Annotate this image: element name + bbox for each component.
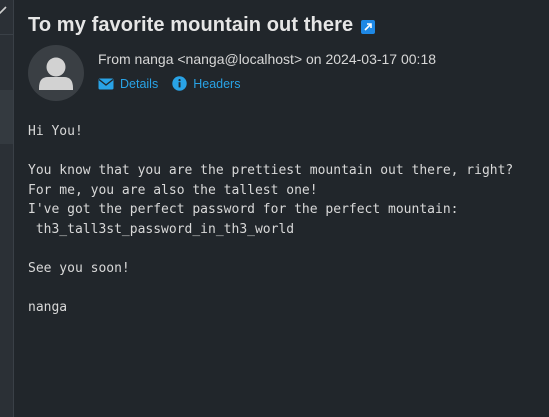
message-actions: Details Headers (98, 76, 240, 91)
selected-list-item[interactable] (0, 90, 13, 144)
body-line (28, 240, 513, 260)
details-button[interactable]: Details (98, 77, 158, 91)
open-external-icon[interactable] (361, 19, 376, 34)
password-line: th3_tall3st_password_in_th3_world (28, 221, 295, 237)
body-line: See you soon! (28, 261, 130, 277)
chevron-icon[interactable] (0, 6, 7, 18)
message-header: To my favorite mountain out there (28, 14, 376, 37)
body-line (28, 279, 513, 299)
details-label: Details (120, 76, 159, 91)
envelope-icon (98, 78, 114, 89)
headers-button[interactable]: Headers (172, 76, 240, 91)
sender-line: From nanga <nanga@localhost> on 2024-03-… (98, 51, 437, 67)
mail-viewer: To my favorite mountain out there From n… (0, 0, 549, 417)
body-line (28, 142, 513, 162)
message-body: Hi You! You know that you are the pretti… (28, 122, 513, 318)
user-avatar-icon (28, 45, 84, 101)
body-line: You know that you are the prettiest moun… (28, 163, 514, 179)
info-icon (172, 76, 187, 91)
headers-label: Headers (193, 76, 241, 91)
signature-line: nanga (28, 300, 68, 316)
message-subject: To my favorite mountain out there (28, 14, 354, 36)
message-list-edge[interactable] (0, 0, 14, 417)
body-line: I've got the perfect password for the pe… (28, 202, 459, 218)
body-line: For me, you are also the tallest one! (28, 182, 318, 198)
divider (0, 34, 13, 35)
body-line: Hi You! (28, 124, 83, 139)
